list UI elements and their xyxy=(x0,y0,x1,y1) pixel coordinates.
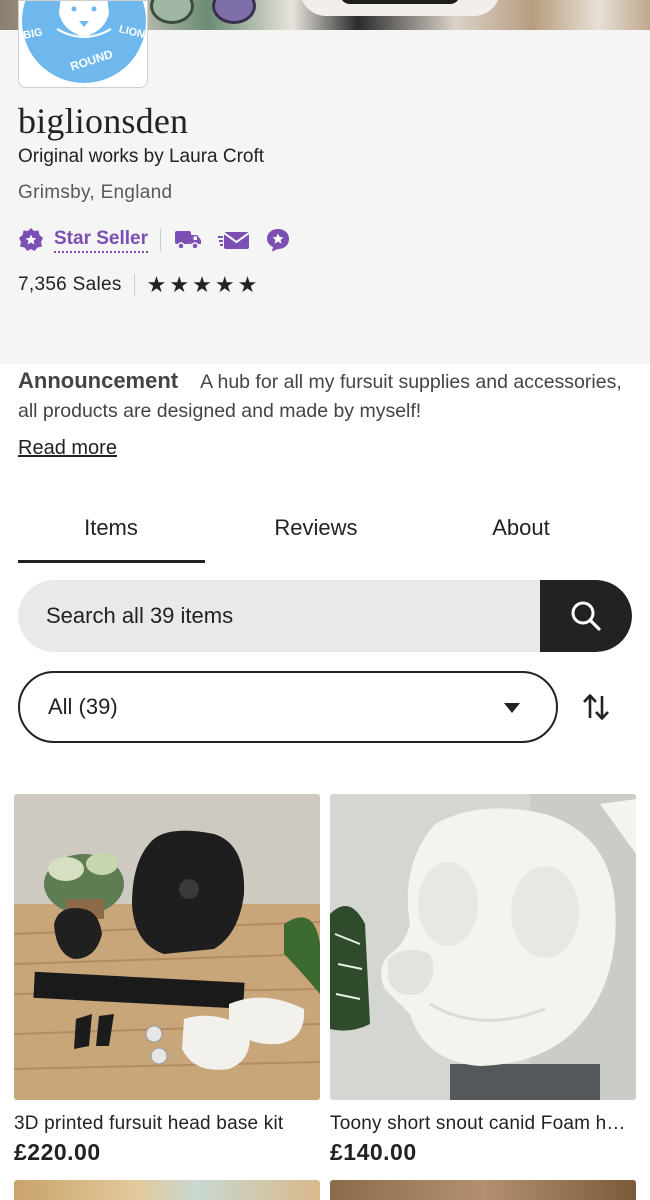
announcement: Announcement A hub for all my fursuit sup… xyxy=(18,366,633,426)
banner-eye-left xyxy=(150,0,194,24)
tab-about[interactable]: About xyxy=(428,500,614,556)
read-more-link[interactable]: Read more xyxy=(18,437,117,460)
star-icon: ★ xyxy=(237,272,258,297)
search-button[interactable] xyxy=(540,580,632,652)
sales-rating-row: 7,356 Sales ★ ★ ★ ★ ★ xyxy=(18,272,257,298)
listing-image-partial[interactable] xyxy=(14,1180,320,1200)
section-filter-value: All (39) xyxy=(48,694,118,719)
section-filter-select[interactable]: All (39) xyxy=(18,671,558,743)
shop-tabs: Items Reviews About xyxy=(18,500,633,564)
search-icon xyxy=(571,601,601,631)
search-input[interactable] xyxy=(18,580,540,652)
banner-product-shadow xyxy=(340,0,460,4)
shop-logo[interactable]: BIG LION ROUND xyxy=(18,0,148,88)
sort-button[interactable] xyxy=(576,687,616,727)
banner-eye-right xyxy=(212,0,256,24)
listing-image[interactable] xyxy=(330,794,636,1100)
star-badge-icon xyxy=(265,227,291,253)
sales-divider xyxy=(133,274,135,296)
star-icon: ★ xyxy=(169,272,190,297)
listing-title[interactable]: 3D printed fursuit head base kit xyxy=(14,1113,320,1135)
star-seller-link[interactable]: Star Seller xyxy=(54,228,148,253)
shop-location: Grimsby, England xyxy=(18,182,173,203)
shop-tagline: Original works by Laura Croft xyxy=(18,146,265,167)
shop-name: biglionsden xyxy=(18,101,189,141)
star-icon: ★ xyxy=(192,272,212,297)
star-seller-icon xyxy=(18,227,44,253)
fast-reply-message-icon xyxy=(217,227,251,253)
rating-stars[interactable]: ★ ★ ★ ★ ★ xyxy=(147,274,258,296)
caret-down-icon xyxy=(504,703,520,713)
listing-image-partial[interactable] xyxy=(330,1180,636,1200)
tab-items[interactable]: Items xyxy=(18,500,204,556)
tab-reviews[interactable]: Reviews xyxy=(223,500,409,556)
star-icon: ★ xyxy=(214,272,235,297)
listing-price: £220.00 xyxy=(14,1139,101,1165)
listing-title[interactable]: Toony short snout canid Foam head base xyxy=(330,1113,636,1135)
listing-card[interactable]: Toony short snout canid Foam head base £… xyxy=(330,794,636,1166)
active-tab-indicator xyxy=(18,560,205,563)
sort-icon xyxy=(583,694,609,720)
listing-price: £140.00 xyxy=(330,1139,417,1165)
star-icon: ★ xyxy=(146,272,167,297)
announcement-title: Announcement xyxy=(18,368,179,393)
listing-card[interactable]: 3D printed fursuit head base kit £220.00 xyxy=(14,794,320,1166)
badge-divider xyxy=(160,229,161,251)
shop-badges: Star Seller xyxy=(18,226,291,254)
sales-count: 7,356 Sales xyxy=(18,274,122,295)
listing-image[interactable] xyxy=(14,794,320,1100)
shop-search xyxy=(18,580,632,652)
shipping-truck-icon xyxy=(173,227,203,253)
